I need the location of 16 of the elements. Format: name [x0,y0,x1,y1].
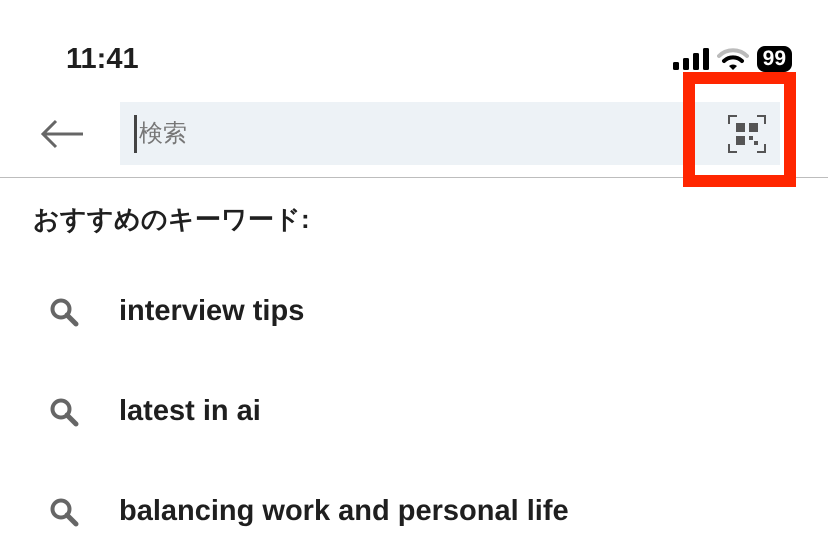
signal-icon [672,48,709,70]
search-field[interactable]: 検索 [120,102,710,165]
suggestion-item[interactable]: interview tips [0,262,828,362]
search-input[interactable]: 検索 [137,114,657,152]
suggestions-heading: おすすめのキーワード: [32,203,311,236]
search-icon [49,297,79,327]
search-icon [49,397,79,427]
qr-code-icon [728,114,766,152]
suggestion-item[interactable]: balancing work and personal life [0,462,828,534]
back-arrow-icon [40,118,84,148]
search-icon [49,496,79,527]
status-time: 11:41 [66,42,139,76]
qr-scan-button[interactable] [710,102,780,165]
suggestion-item[interactable]: latest in ai [0,362,828,462]
wifi-icon [716,48,749,70]
battery-level: 99 [756,46,792,72]
